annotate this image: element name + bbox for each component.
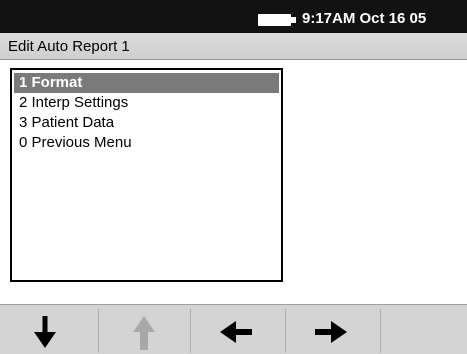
arrow-up-icon [133, 316, 155, 350]
status-bar: 9:17AM Oct 16 05 [0, 0, 467, 33]
menu-list: 1 Format 2 Interp Settings 3 Patient Dat… [14, 73, 279, 153]
menu-box: 1 Format 2 Interp Settings 3 Patient Dat… [10, 68, 283, 282]
softkey-down-button[interactable] [0, 309, 90, 353]
softkey-right-button[interactable] [285, 309, 375, 353]
clock-date: 9:17AM Oct 16 05 [302, 10, 427, 27]
device-screen: 9:17AM Oct 16 05 Edit Auto Report 1 1 Fo… [0, 0, 467, 354]
battery-icon [258, 14, 298, 26]
content-area: 1 Format 2 Interp Settings 3 Patient Dat… [0, 60, 467, 304]
page-title: Edit Auto Report 1 [8, 38, 130, 55]
arrow-down-icon [34, 316, 56, 348]
softkey-left-button[interactable] [190, 309, 280, 353]
title-bar: Edit Auto Report 1 [0, 33, 467, 60]
menu-item-interp-settings[interactable]: 2 Interp Settings [14, 93, 279, 113]
arrow-right-icon [315, 321, 347, 343]
menu-item-previous-menu[interactable]: 0 Previous Menu [14, 133, 279, 153]
menu-item-patient-data[interactable]: 3 Patient Data [14, 113, 279, 133]
softkey-blank-button[interactable] [380, 309, 467, 353]
arrow-left-icon [220, 321, 252, 343]
menu-item-format[interactable]: 1 Format [14, 73, 279, 93]
softkey-bar [0, 304, 467, 354]
softkey-up-button[interactable] [98, 309, 188, 353]
